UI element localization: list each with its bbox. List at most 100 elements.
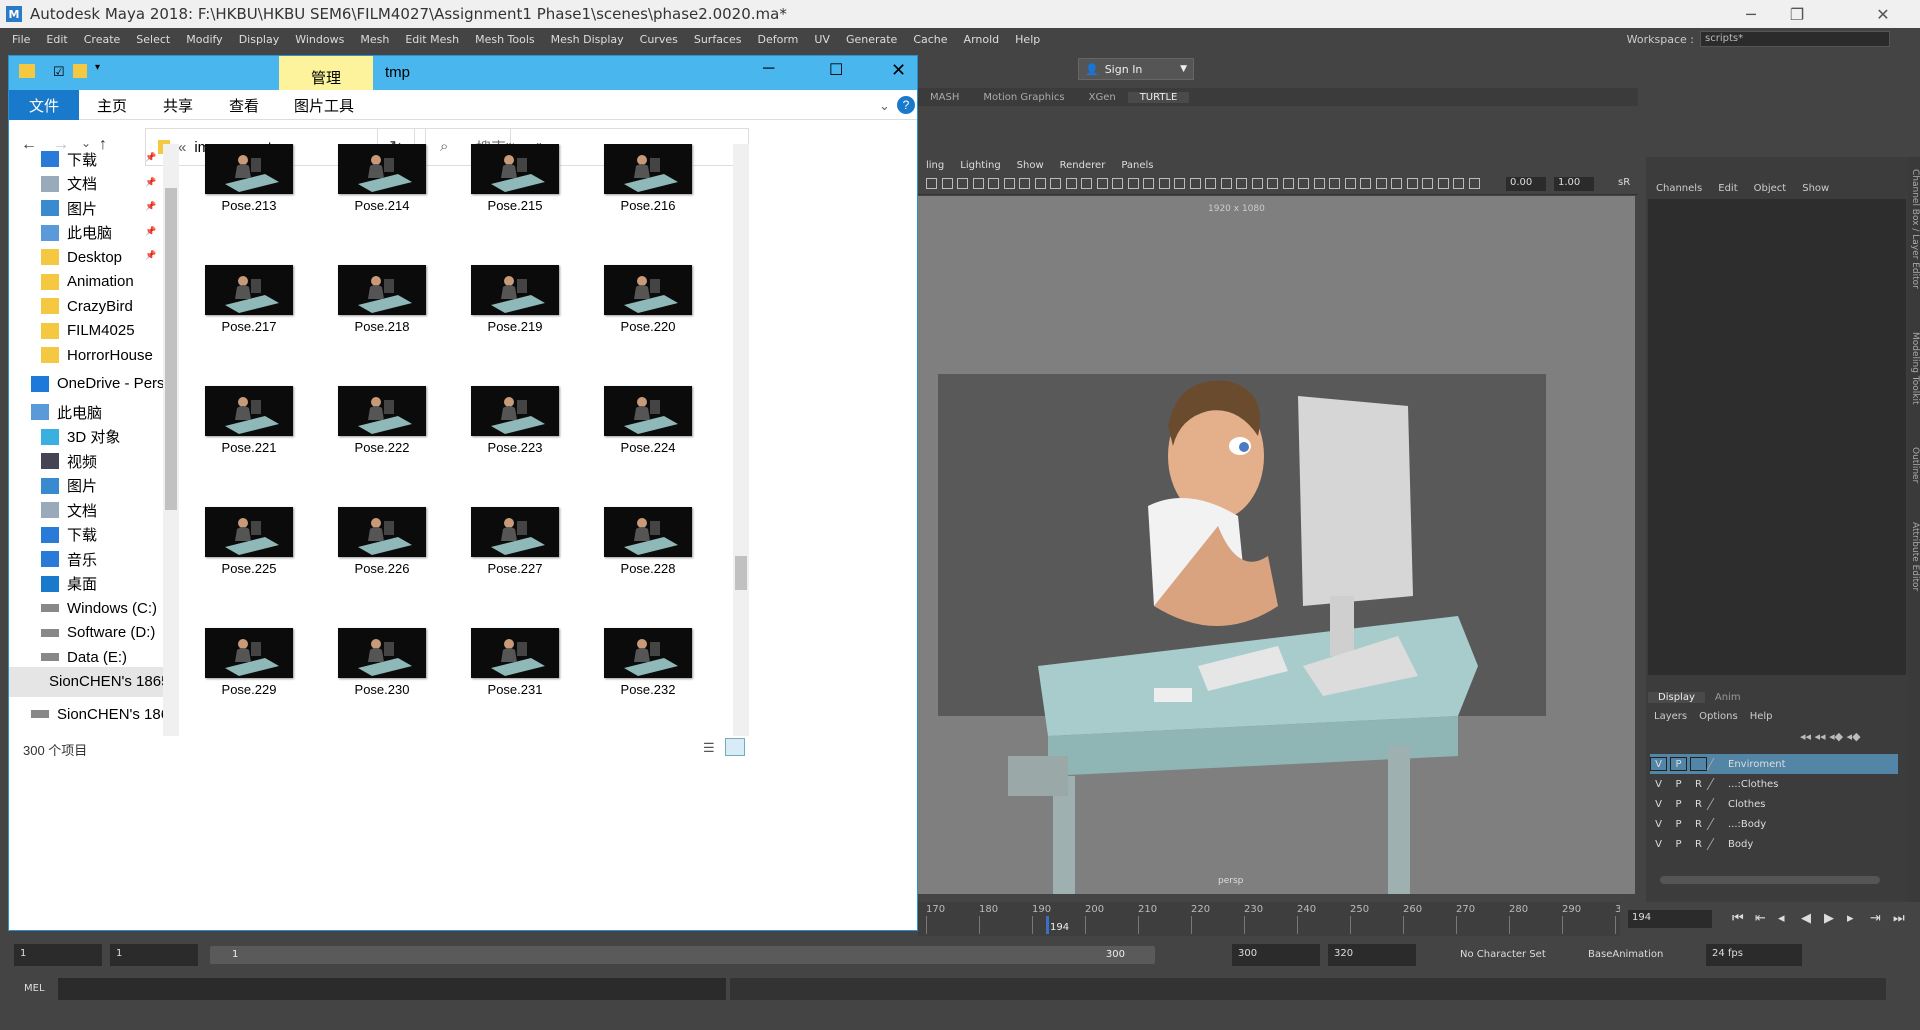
channel-menu-edit[interactable]: Edit: [1710, 183, 1745, 194]
viewport-tool-icon[interactable]: [1003, 178, 1015, 189]
layer-name[interactable]: Enviroment: [1728, 759, 1898, 770]
grid-scroll-thumb[interactable]: [735, 556, 747, 590]
pin-icon[interactable]: 📌: [145, 201, 156, 212]
menu-edit-mesh[interactable]: Edit Mesh: [397, 33, 467, 46]
layer-toggle-p[interactable]: P: [1670, 797, 1687, 811]
viewport-tool-icon[interactable]: [972, 178, 984, 189]
viewport-3d[interactable]: 1920 x 1080 persp: [918, 196, 1635, 894]
step-forward-icon[interactable]: ▸: [1847, 911, 1854, 926]
tab-channel-box[interactable]: Channel Box / Layer Editor: [1908, 169, 1920, 289]
layer-toggle-v[interactable]: V: [1650, 757, 1667, 771]
ribbon-tab[interactable]: 文件: [9, 90, 79, 120]
anim-layer-menu[interactable]: BaseAnimation: [1588, 949, 1663, 960]
tab-outliner[interactable]: Outliner: [1908, 447, 1920, 483]
file-thumbnail[interactable]: Pose.227: [471, 507, 559, 577]
layer-toggle-p[interactable]: P: [1670, 777, 1687, 791]
layer-name[interactable]: Body: [1728, 839, 1898, 850]
sign-in-button[interactable]: 👤 Sign In ▼: [1078, 58, 1194, 80]
file-thumbnail[interactable]: Pose.217: [205, 265, 293, 335]
file-thumbnail[interactable]: Pose.232: [604, 628, 692, 698]
menu-mesh-display[interactable]: Mesh Display: [543, 33, 632, 46]
file-thumbnail[interactable]: Pose.222: [338, 386, 426, 456]
file-thumbnail[interactable]: Pose.228: [604, 507, 692, 577]
menu-arnold[interactable]: Arnold: [956, 33, 1008, 46]
layer-toggle-v[interactable]: V: [1650, 777, 1667, 791]
menu-generate[interactable]: Generate: [838, 33, 905, 46]
viewport-menu-panels[interactable]: Panels: [1113, 160, 1161, 171]
range-slider[interactable]: 1 300: [210, 946, 1155, 964]
menu-surfaces[interactable]: Surfaces: [686, 33, 750, 46]
grid-scrollbar[interactable]: [733, 144, 749, 736]
menu-mesh[interactable]: Mesh: [352, 33, 397, 46]
layer-toggle-p[interactable]: P: [1670, 757, 1687, 771]
viewport-tool-icon[interactable]: [1220, 178, 1232, 189]
layer-toggle-r[interactable]: R: [1690, 797, 1707, 811]
mel-label[interactable]: MEL: [24, 983, 45, 994]
viewport-tool-icon[interactable]: [1298, 178, 1309, 189]
menu-help[interactable]: Help: [1007, 33, 1048, 46]
layer-toggle-p[interactable]: P: [1670, 817, 1687, 831]
viewport-tool-icon[interactable]: [988, 178, 999, 189]
menu-deform[interactable]: Deform: [749, 33, 806, 46]
viewport-tool-icon[interactable]: [1267, 178, 1278, 189]
viewport-tool-icon[interactable]: [1422, 178, 1433, 189]
shelf-tab-mash[interactable]: MASH: [918, 92, 971, 103]
layer-toggle-r[interactable]: R: [1690, 837, 1707, 851]
layer-color-swatch[interactable]: [1706, 758, 1726, 770]
file-thumbnail[interactable]: Pose.214: [338, 144, 426, 214]
menu-display[interactable]: Display: [231, 33, 288, 46]
channel-box[interactable]: [1648, 199, 1906, 675]
layer-row[interactable]: V P R Clothes: [1650, 794, 1898, 814]
file-thumbnail[interactable]: Pose.226: [338, 507, 426, 577]
viewport-tool-icon[interactable]: [1174, 178, 1185, 189]
layer-toggle-r[interactable]: R: [1690, 777, 1707, 791]
layer-menu-options[interactable]: Options: [1693, 711, 1744, 722]
channel-menu-channels[interactable]: Channels: [1648, 183, 1710, 194]
viewport-tool-icon[interactable]: [1329, 178, 1340, 189]
channel-menu-object[interactable]: Object: [1746, 183, 1795, 194]
viewport-tool-icon[interactable]: [1205, 178, 1216, 189]
minimize-button[interactable]: ─: [1728, 0, 1774, 28]
playback-end-field[interactable]: 300: [1232, 944, 1320, 966]
file-thumbnail[interactable]: Pose.219: [471, 265, 559, 335]
maximize-button[interactable]: ☐: [829, 60, 843, 80]
file-thumbnail[interactable]: Pose.216: [604, 144, 692, 214]
viewport-tool-icon[interactable]: [1019, 178, 1030, 189]
layer-row[interactable]: V P R ...:Clothes: [1650, 774, 1898, 794]
menu-uv[interactable]: UV: [806, 33, 838, 46]
maximize-button[interactable]: ❐: [1774, 0, 1820, 28]
viewport-tool-icon[interactable]: [1313, 178, 1325, 189]
file-thumbnail[interactable]: Pose.231: [471, 628, 559, 698]
go-to-end-icon[interactable]: ⏭: [1893, 911, 1905, 926]
nav-item[interactable]: HorrorHouse: [41, 340, 153, 370]
menu-edit[interactable]: Edit: [38, 33, 75, 46]
file-thumbnail[interactable]: Pose.224: [604, 386, 692, 456]
layer-color-swatch[interactable]: [1706, 798, 1726, 810]
pin-icon[interactable]: 📌: [145, 250, 156, 261]
viewport-menu-ling[interactable]: ling: [918, 160, 952, 171]
minimize-button[interactable]: ─: [763, 60, 774, 78]
layer-name[interactable]: ...:Clothes: [1728, 779, 1898, 790]
layer-menu-layers[interactable]: Layers: [1648, 711, 1693, 722]
viewport-tool-icon[interactable]: [1406, 178, 1418, 189]
help-icon[interactable]: ?: [897, 96, 915, 114]
layer-row[interactable]: V P R ...:Body: [1650, 814, 1898, 834]
menu-modify[interactable]: Modify: [178, 33, 230, 46]
ribbon-tab[interactable]: 图片工具: [277, 90, 371, 120]
pin-icon[interactable]: 📌: [145, 177, 156, 188]
file-thumbnail[interactable]: Pose.229: [205, 628, 293, 698]
viewport-tool-icon[interactable]: [1236, 178, 1247, 189]
file-thumbnail[interactable]: Pose.215: [471, 144, 559, 214]
viewport-tool-icon[interactable]: [1468, 178, 1480, 189]
layer-row[interactable]: V P R Body: [1650, 834, 1898, 854]
time-slider[interactable]: 194 170 180 190 200 210 220 230 240 250 260 270 280…: [918, 902, 1628, 936]
viewport-tool-icon[interactable]: [1158, 178, 1170, 189]
shelf-tab-turtle[interactable]: TURTLE: [1127, 91, 1190, 103]
file-thumbnail[interactable]: Pose.230: [338, 628, 426, 698]
menu-mesh-tools[interactable]: Mesh Tools: [467, 33, 543, 46]
layer-toggle-v[interactable]: V: [1650, 817, 1667, 831]
step-forward-key-icon[interactable]: ⇥: [1870, 911, 1881, 926]
details-view-icon[interactable]: ☰: [703, 740, 715, 756]
file-thumbnail[interactable]: Pose.213: [205, 144, 293, 214]
layer-color-swatch[interactable]: [1706, 818, 1726, 830]
